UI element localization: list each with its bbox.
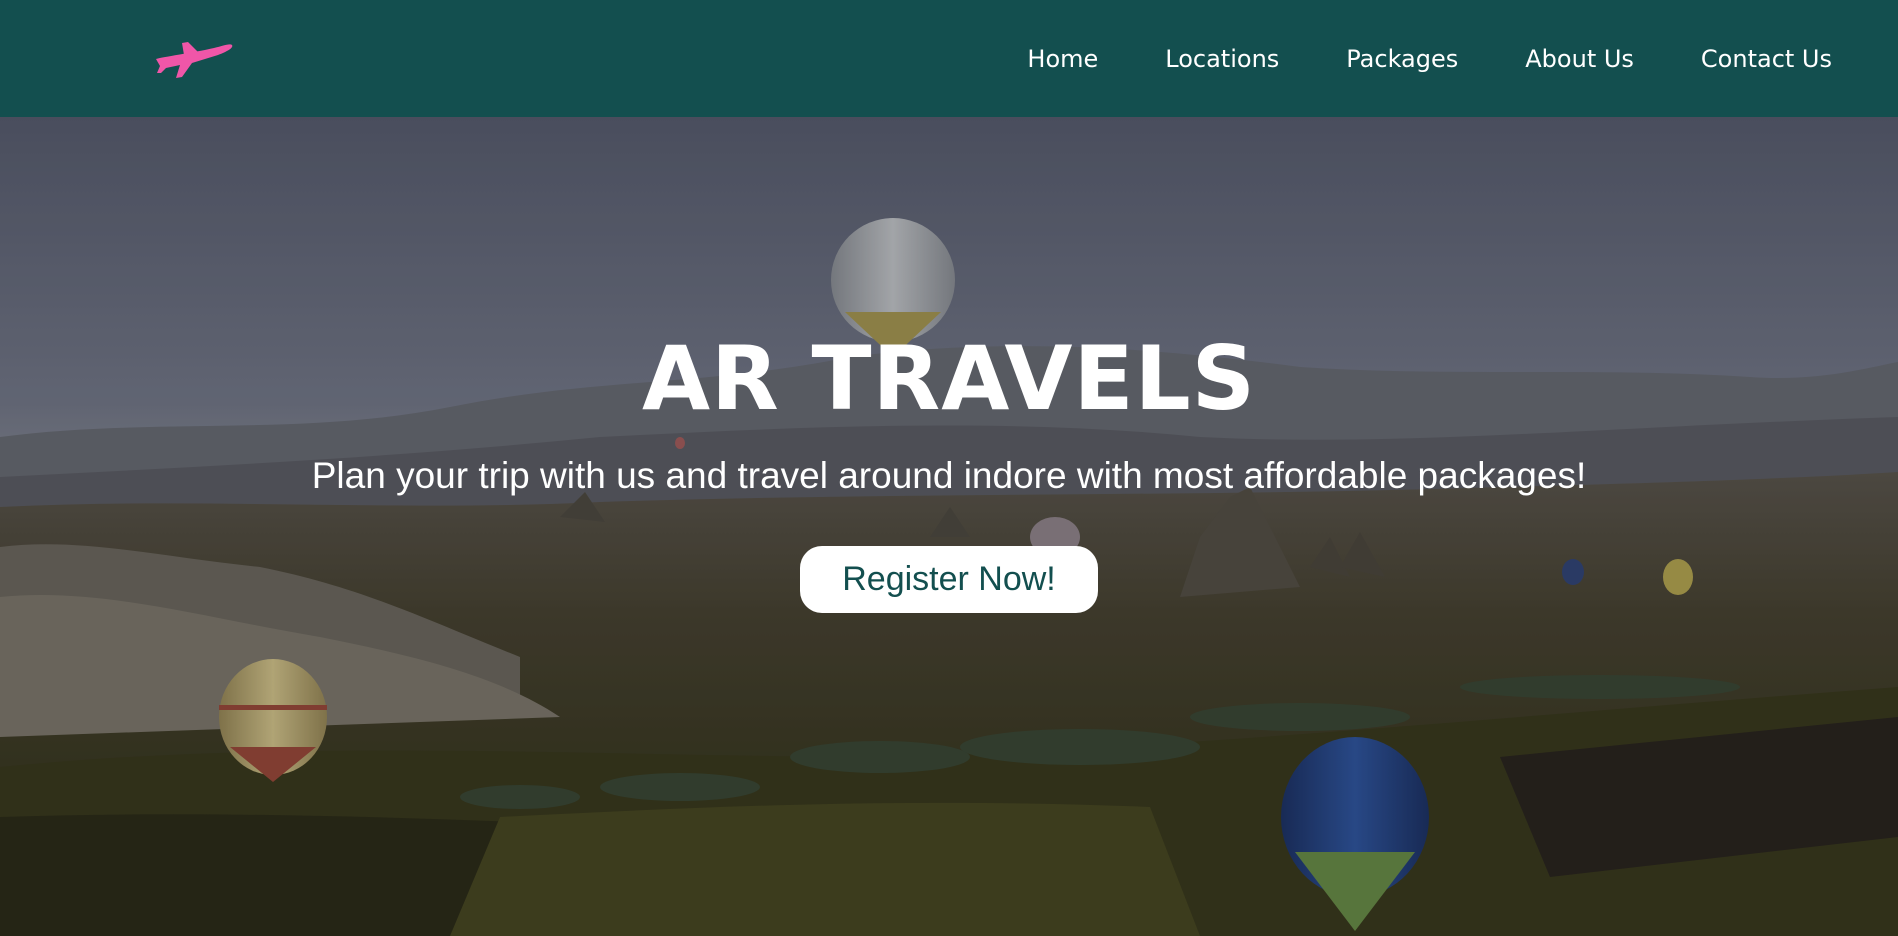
nav-packages-link[interactable]: Packages: [1346, 45, 1458, 73]
hero-subtitle: Plan your trip with us and travel around…: [311, 455, 1587, 496]
nav-links: Home Locations Packages About Us Contact…: [960, 0, 1832, 117]
hero-section: AR TRAVELS Plan your trip with us and tr…: [0, 117, 1898, 936]
navbar: Home Locations Packages About Us Contact…: [0, 0, 1898, 117]
nav-about-link[interactable]: About Us: [1525, 45, 1634, 73]
airplane-icon[interactable]: [152, 33, 234, 81]
hero-background-image: [0, 117, 1898, 936]
hero-title: AR TRAVELS: [641, 327, 1257, 430]
nav-locations-link[interactable]: Locations: [1165, 45, 1279, 73]
nav-contact-link[interactable]: Contact Us: [1701, 45, 1832, 73]
nav-home-link[interactable]: Home: [1027, 45, 1098, 73]
register-now-button[interactable]: Register Now!: [800, 546, 1098, 613]
